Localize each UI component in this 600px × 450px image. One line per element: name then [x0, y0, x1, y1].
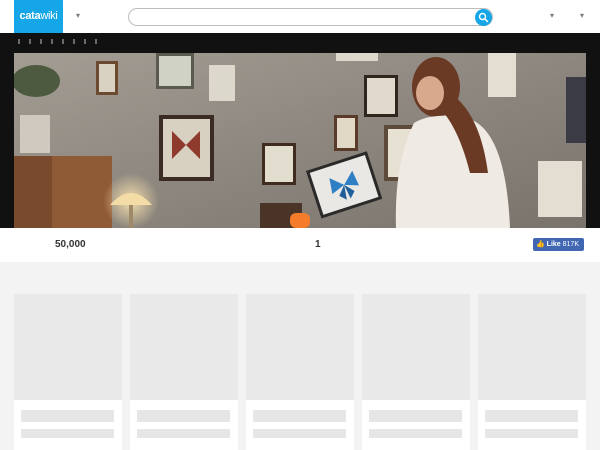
category-nav [0, 33, 600, 53]
nav-item[interactable] [18, 39, 20, 44]
logo-text-wiki: wiki [40, 10, 58, 22]
card-body [478, 400, 586, 450]
card-subtitle-placeholder [137, 429, 230, 438]
catawiki-logo[interactable]: catawiki [14, 0, 63, 33]
like-count: 817K [562, 241, 579, 248]
page: catawiki ▾ ▾ ▾ 50,000 1 👍 Like 817K [0, 0, 600, 450]
search-input[interactable] [139, 11, 479, 28]
lot-card-placeholder[interactable] [130, 294, 238, 450]
card-body [14, 400, 122, 450]
card-title-placeholder [253, 410, 346, 422]
card-subtitle-placeholder [485, 429, 578, 438]
card-title-placeholder [137, 410, 230, 422]
card-body [362, 400, 470, 450]
lot-card-placeholder[interactable] [246, 294, 354, 450]
search-icon [478, 12, 489, 23]
thumbs-up-icon: 👍 [536, 241, 545, 248]
stat-count-b: 1 [315, 239, 321, 250]
nav-item[interactable] [62, 39, 64, 44]
hero-illustration [14, 53, 586, 228]
hero-banner-image[interactable] [14, 53, 586, 228]
nav-item[interactable] [51, 39, 53, 44]
category-nav-items [18, 39, 97, 44]
lot-card-placeholder[interactable] [362, 294, 470, 450]
search-button[interactable] [475, 9, 492, 26]
lot-card-placeholder[interactable] [14, 294, 122, 450]
stat-count-a: 50,000 [55, 239, 86, 250]
facebook-like-button[interactable]: 👍 Like 817K [533, 238, 584, 251]
top-bar: catawiki ▾ ▾ ▾ [0, 0, 600, 33]
card-title-placeholder [21, 410, 114, 422]
nav-item[interactable] [40, 39, 42, 44]
hero-border-right [586, 53, 600, 228]
account-chevron-down-icon[interactable]: ▾ [550, 11, 554, 20]
language-chevron-down-icon[interactable]: ▾ [580, 11, 584, 20]
card-subtitle-placeholder [21, 429, 114, 438]
hero-border-left [0, 53, 14, 228]
lot-card-placeholder[interactable] [478, 294, 586, 450]
card-image-placeholder [362, 294, 470, 400]
stats-row: 50,000 1 👍 Like 817K [0, 228, 600, 262]
card-image-placeholder [14, 294, 122, 400]
card-image-placeholder [246, 294, 354, 400]
card-subtitle-placeholder [253, 429, 346, 438]
card-image-placeholder [478, 294, 586, 400]
card-title-placeholder [369, 410, 462, 422]
nav-item[interactable] [73, 39, 75, 44]
nav-item[interactable] [95, 39, 97, 44]
card-title-placeholder [485, 410, 578, 422]
card-subtitle-placeholder [369, 429, 462, 438]
chevron-down-icon[interactable]: ▾ [76, 11, 80, 20]
card-image-placeholder [130, 294, 238, 400]
like-label: Like [546, 241, 561, 248]
card-body [130, 400, 238, 450]
nav-item[interactable] [29, 39, 31, 44]
nav-item[interactable] [84, 39, 86, 44]
logo-text-cata: cata [19, 10, 41, 22]
card-body [246, 400, 354, 450]
search-bar [128, 8, 493, 28]
